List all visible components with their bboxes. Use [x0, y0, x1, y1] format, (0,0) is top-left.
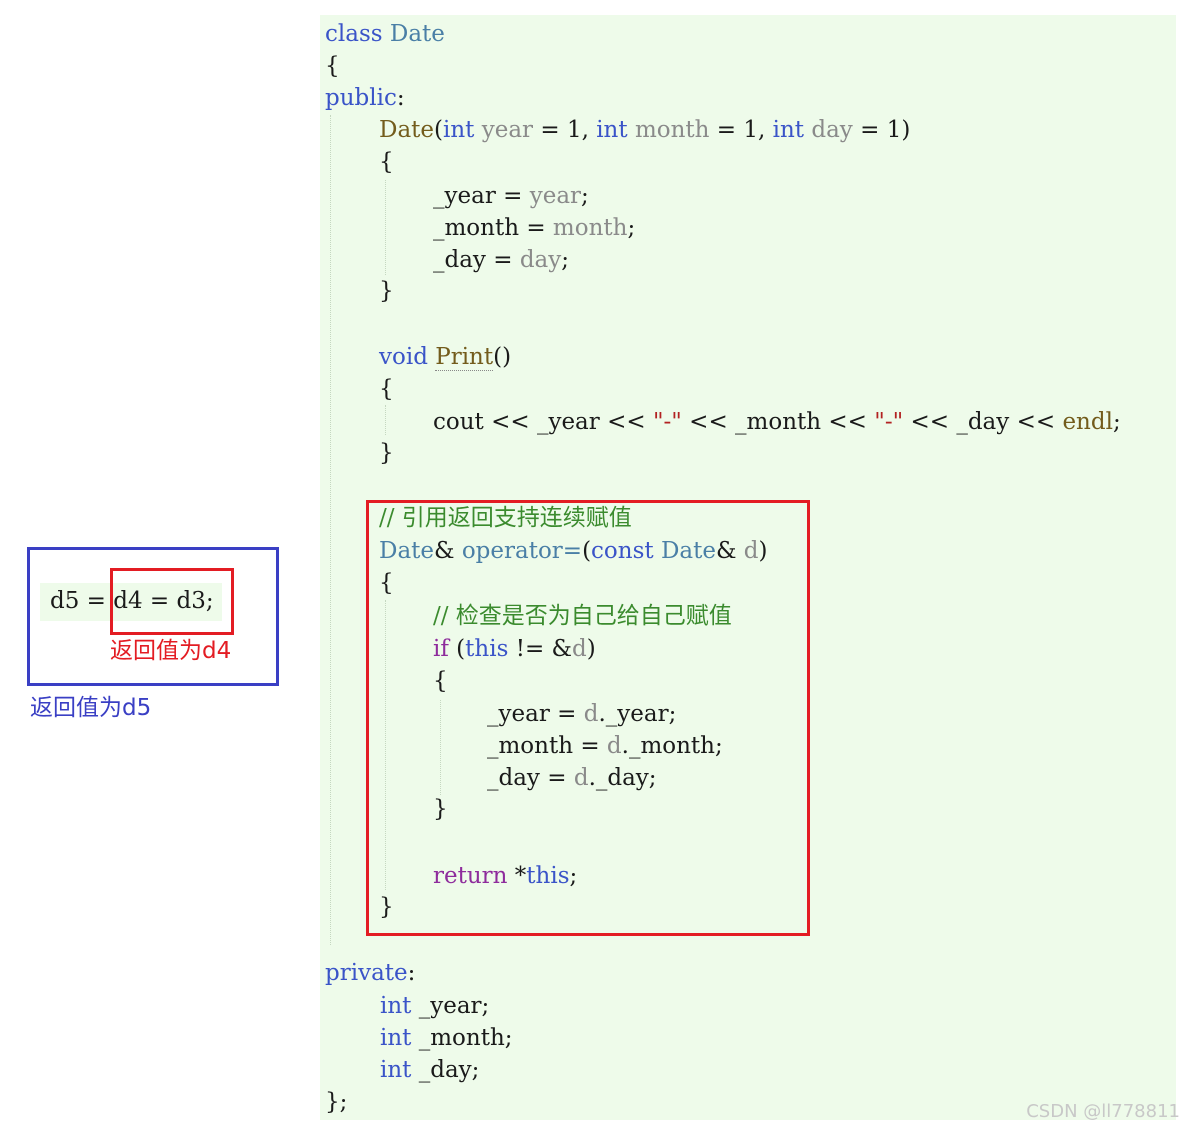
- d5-highlight-box: [27, 547, 279, 686]
- code-line-assign-year: _year = year;: [433, 180, 589, 212]
- code-line: {: [325, 50, 340, 82]
- member-year: _year;: [411, 993, 490, 1019]
- type-int: int: [596, 117, 628, 143]
- param-year: year: [529, 183, 582, 209]
- code-line-constructor: Date(int year = 1, int month = 1, int da…: [379, 114, 910, 146]
- indent-guide: [385, 405, 386, 435]
- member-year: _year =: [433, 183, 530, 209]
- type-void: void: [379, 344, 428, 370]
- code-line-member-year: int _year;: [380, 990, 489, 1022]
- member-month: _month;: [411, 1025, 513, 1051]
- string-literal: "-": [874, 409, 904, 435]
- endl: endl: [1062, 409, 1113, 435]
- return-d5-label: 返回值为d5: [30, 695, 152, 721]
- paren: (: [434, 117, 443, 143]
- brace: {: [379, 376, 394, 402]
- brace-semicolon: };: [325, 1089, 348, 1115]
- type-int: int: [380, 1025, 412, 1051]
- code-line: }: [379, 275, 394, 307]
- code-line-cout: cout << _year << "-" << _month << "-" <<…: [433, 406, 1121, 438]
- class-name: Date: [389, 21, 445, 47]
- default-value: = 1,: [533, 117, 597, 143]
- type-int: int: [380, 1057, 412, 1083]
- access-public: public: [325, 85, 397, 111]
- cout-expr: << _month <<: [681, 409, 875, 435]
- semicolon: ;: [581, 183, 589, 209]
- brace: }: [379, 278, 394, 304]
- member-day: _day =: [433, 247, 520, 273]
- type-int: int: [380, 993, 412, 1019]
- default-value: = 1,: [709, 117, 773, 143]
- brace: }: [379, 440, 394, 466]
- code-line: {: [379, 146, 394, 178]
- semicolon: ;: [1112, 409, 1121, 435]
- type-int: int: [772, 117, 805, 143]
- colon: :: [396, 85, 405, 111]
- indent-guide: [330, 115, 331, 945]
- indent-guide: [385, 180, 386, 275]
- code-line-assign-month: _month = month;: [433, 212, 635, 244]
- param-day: day: [519, 247, 562, 273]
- code-line: }: [379, 437, 394, 469]
- member-day: _day;: [411, 1057, 480, 1083]
- code-line-member-month: int _month;: [380, 1022, 513, 1054]
- type-int: int: [443, 117, 475, 143]
- access-private: private: [325, 960, 408, 986]
- code-line: {: [379, 373, 394, 405]
- semicolon: ;: [627, 215, 636, 241]
- cout-expr: << _day <<: [903, 409, 1063, 435]
- watermark: CSDN @ll778811: [1026, 1101, 1180, 1122]
- code-line-public: public:: [325, 82, 405, 114]
- colon: :: [407, 960, 416, 986]
- code-line-assign-day: _day = day;: [433, 244, 569, 276]
- constructor-name: Date: [379, 117, 435, 143]
- brace: {: [379, 149, 394, 175]
- param-year: year: [481, 117, 534, 143]
- keyword: class: [325, 21, 383, 47]
- code-line-member-day: int _day;: [380, 1054, 479, 1086]
- semicolon: ;: [561, 247, 570, 273]
- default-value: = 1): [852, 117, 911, 143]
- code-line-private: private:: [325, 957, 415, 989]
- code-line-class: class Date: [325, 18, 445, 50]
- function-print: Print: [435, 344, 494, 371]
- cout-expr: cout << _year <<: [433, 409, 653, 435]
- parens: (): [493, 344, 512, 370]
- param-day: day: [811, 117, 853, 143]
- code-line-print-decl: void Print(): [379, 341, 511, 373]
- brace: {: [325, 53, 340, 79]
- member-month: _month =: [433, 215, 553, 241]
- param-month: month: [634, 117, 710, 143]
- string-literal: "-": [652, 409, 682, 435]
- code-line: };: [325, 1086, 347, 1118]
- operator-highlight-box: [366, 500, 810, 936]
- param-month: month: [552, 215, 628, 241]
